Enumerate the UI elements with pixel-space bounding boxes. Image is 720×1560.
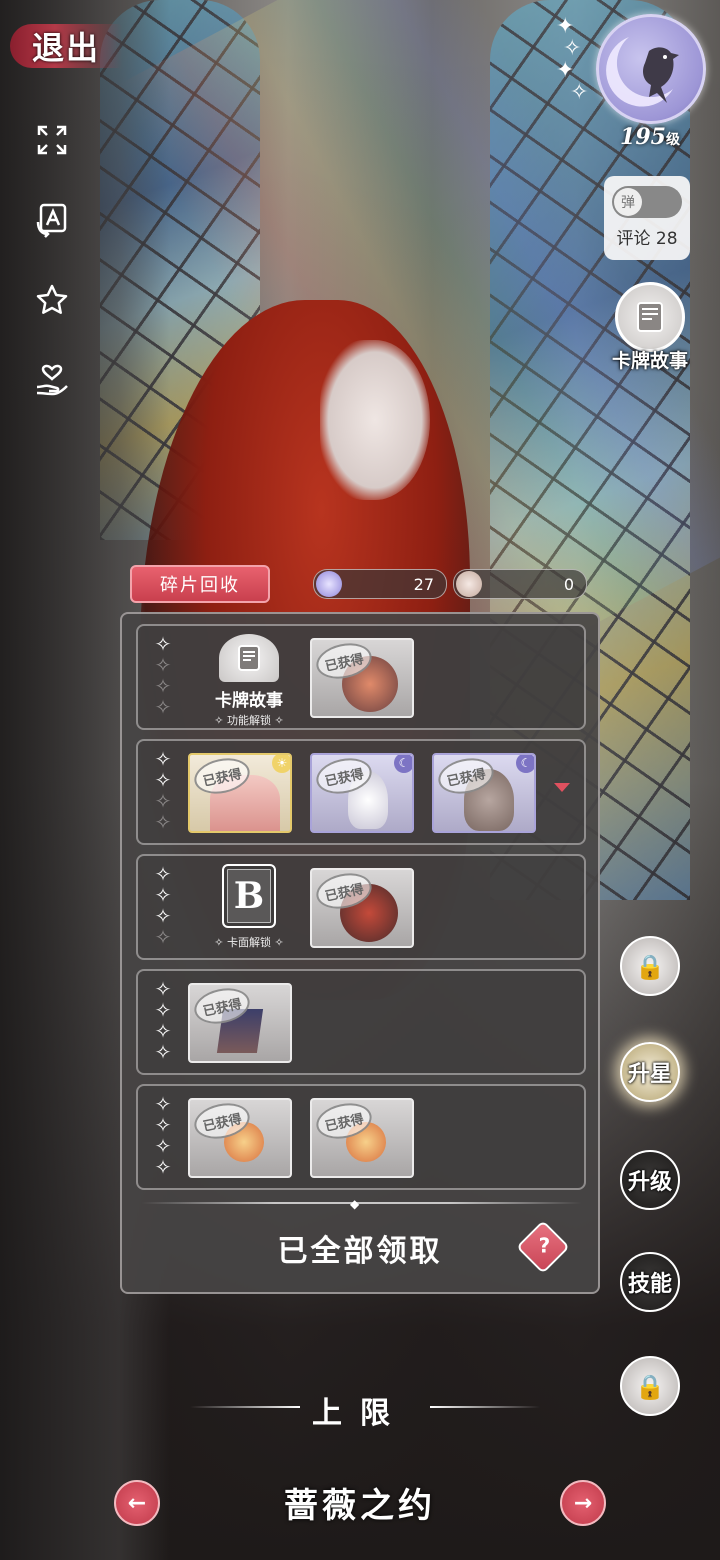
card-face-b-icon: B bbox=[222, 864, 276, 928]
question-icon: ? bbox=[538, 1233, 551, 1258]
comment-count[interactable]: 评论 28 bbox=[604, 224, 690, 249]
star-rank: ✧ ✧ ✧ ✧ bbox=[154, 862, 172, 949]
panel-divider bbox=[142, 1202, 582, 1204]
exit-button[interactable]: 退出 bbox=[10, 24, 122, 68]
expand-arrow-icon[interactable] bbox=[554, 783, 570, 792]
currency-fragment-value: 0 bbox=[563, 574, 574, 594]
star-rank: ✧ ✧ ✧ ✧ bbox=[154, 1092, 172, 1179]
heart-hand-icon[interactable] bbox=[30, 358, 74, 402]
next-card-button[interactable]: → bbox=[560, 1480, 606, 1526]
card-story-unlock: 卡牌故事 ✧ 功能解锁 ✧ bbox=[194, 634, 304, 728]
danmu-knob: 弹 bbox=[614, 188, 642, 216]
unlock-title: 卡牌故事 bbox=[215, 691, 283, 711]
currency-crystal: 27 bbox=[313, 569, 447, 599]
currency-crystal-value: 27 bbox=[413, 574, 434, 594]
reward-item[interactable]: 已获得 ☀ bbox=[188, 753, 292, 833]
card-story-label: 卡牌故事 bbox=[611, 350, 688, 372]
reward-item[interactable]: 已获得 bbox=[188, 1098, 292, 1178]
arrow-right-icon: → bbox=[573, 1490, 593, 1516]
reward-item[interactable]: 已获得 bbox=[310, 1098, 414, 1178]
book-icon bbox=[219, 634, 279, 682]
moon-rarity-icon: ☾ bbox=[516, 755, 534, 773]
cap-label: 上限 bbox=[312, 1396, 408, 1431]
reward-item[interactable]: 已获得 bbox=[310, 638, 414, 718]
comment-panel[interactable]: 弹 评论 28 bbox=[604, 176, 690, 260]
divider-gem-icon: ◆ bbox=[350, 1197, 360, 1211]
reward-row-5: ✧ ✧ ✧ ✧ 已获得 已获得 bbox=[136, 1084, 586, 1190]
character-face bbox=[320, 340, 430, 500]
book-icon bbox=[615, 282, 685, 352]
left-toolbar bbox=[30, 118, 74, 402]
star-rank: ✧ ✧ ✧ ✧ bbox=[154, 632, 172, 719]
star-icon[interactable] bbox=[30, 278, 74, 322]
star-rewards-panel: ✧ ✧ ✧ ✧ 卡牌故事 ✧ 功能解锁 ✧ 已获得 ✧ ✧ ✧ ✧ 已获得 ☀ 已获得 ☾ bbox=[120, 612, 600, 1294]
lock-icon: 🔒 bbox=[635, 951, 665, 981]
gold-rarity-icon: ☀ bbox=[272, 755, 290, 773]
card-face-unlock: B ✧ 卡面解锁 ✧ bbox=[194, 864, 304, 950]
locked-button-1[interactable]: 🔒 bbox=[620, 936, 680, 996]
crystal-icon bbox=[316, 571, 342, 597]
star-up-button[interactable]: 升星 bbox=[620, 1042, 680, 1102]
card-story-button[interactable]: 卡牌故事 bbox=[610, 282, 690, 373]
crow-moon-avatar bbox=[606, 37, 679, 107]
card-name: 蔷薇之约 bbox=[284, 1486, 436, 1526]
reward-item[interactable]: 已获得 bbox=[188, 983, 292, 1063]
avatar[interactable] bbox=[596, 14, 706, 124]
reward-row-4: ✧ ✧ ✧ ✧ 已获得 bbox=[136, 969, 586, 1075]
reward-item[interactable]: 已获得 bbox=[310, 868, 414, 948]
reward-item[interactable]: 已获得 ☾ bbox=[432, 753, 536, 833]
star-rank: ✧ ✧ ✧ ✧ bbox=[154, 747, 172, 834]
translate-icon[interactable] bbox=[30, 198, 74, 242]
unlock-subtitle: ✧ 卡面解锁 ✧ bbox=[214, 936, 284, 949]
unlock-subtitle: ✧ 功能解锁 ✧ bbox=[214, 714, 284, 727]
moon-rarity-icon: ☾ bbox=[394, 755, 412, 773]
reward-row-1: ✧ ✧ ✧ ✧ 卡牌故事 ✧ 功能解锁 ✧ 已获得 bbox=[136, 624, 586, 730]
fragment-recycle-button[interactable]: 碎片回收 bbox=[130, 565, 270, 603]
reward-item[interactable]: 已获得 ☾ bbox=[310, 753, 414, 833]
player-level: 195级 bbox=[620, 124, 680, 150]
fragment-icon bbox=[456, 571, 482, 597]
reward-row-3: ✧ ✧ ✧ ✧ B ✧ 卡面解锁 ✧ 已获得 bbox=[136, 854, 586, 960]
star-rank: ✧ ✧ ✧ ✧ bbox=[154, 977, 172, 1064]
currency-fragment: 0 bbox=[453, 569, 587, 599]
skill-button[interactable]: 技能 bbox=[620, 1252, 680, 1312]
danmu-toggle[interactable]: 弹 bbox=[612, 186, 682, 218]
expand-icon[interactable] bbox=[30, 118, 74, 162]
level-up-button[interactable]: 升级 bbox=[620, 1150, 680, 1210]
reward-row-2: ✧ ✧ ✧ ✧ 已获得 ☀ 已获得 ☾ 已获得 ☾ bbox=[136, 739, 586, 845]
